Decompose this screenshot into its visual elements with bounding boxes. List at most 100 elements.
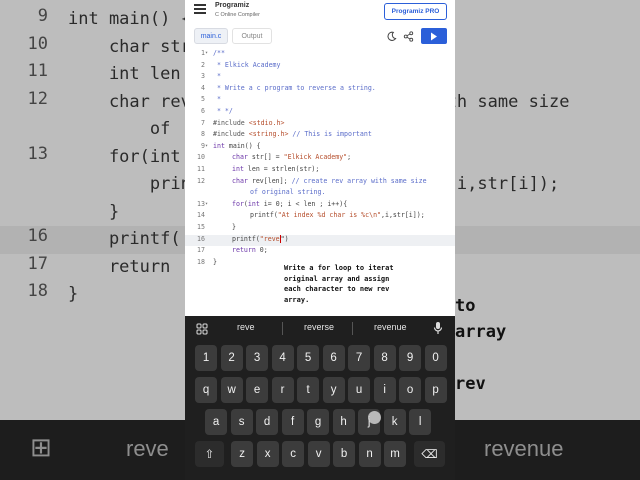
line-number: 1	[201, 49, 205, 57]
code-line[interactable]: 8 #include <string.h> // This is importan…	[185, 130, 455, 142]
code-line[interactable]: 3 *	[185, 72, 455, 84]
background-line-number: 17	[27, 253, 48, 274]
key-i[interactable]: i	[373, 377, 396, 403]
background-line-number: 9	[37, 6, 48, 26]
moon-icon[interactable]	[386, 31, 397, 42]
key-1[interactable]: 1	[195, 345, 218, 371]
fold-arrow-icon[interactable]: ▾	[205, 201, 208, 207]
code-text: * Elkick Academy	[213, 61, 281, 69]
microphone-icon[interactable]	[433, 321, 443, 335]
key-b[interactable]: b	[333, 441, 356, 467]
code-line[interactable]: 2 * Elkick Academy	[185, 61, 455, 73]
code-line[interactable]: 10 char str[] = "Elkick Academy";	[185, 153, 455, 165]
key-t[interactable]: t	[297, 377, 320, 403]
key-6[interactable]: 6	[322, 345, 345, 371]
background-suggestion-left: reve	[126, 436, 169, 461]
code-line[interactable]: 5 *	[185, 95, 455, 107]
key-m[interactable]: m	[384, 441, 407, 467]
key-k[interactable]: k	[383, 409, 406, 435]
suggestion-reve[interactable]: reve	[237, 322, 255, 332]
logo[interactable]: Programiz	[215, 2, 249, 9]
code-line[interactable]: 4 * Write a c program to reverse a strin…	[185, 84, 455, 96]
key-s[interactable]: s	[230, 409, 253, 435]
suggestion-revenue[interactable]: revenue	[374, 322, 407, 332]
key-q[interactable]: q	[195, 377, 218, 403]
share-icon[interactable]	[403, 31, 414, 42]
key-f[interactable]: f	[281, 409, 304, 435]
code-token: for	[232, 199, 244, 208]
code-token: // create rev array with same size	[291, 176, 427, 185]
key-h[interactable]: h	[332, 409, 355, 435]
key-3[interactable]: 3	[246, 345, 269, 371]
code-line[interactable]: 1 ▾ /**	[185, 49, 455, 61]
key-p[interactable]: p	[424, 377, 447, 403]
key-8[interactable]: 8	[373, 345, 396, 371]
key-e[interactable]: e	[246, 377, 269, 403]
key-w[interactable]: w	[220, 377, 243, 403]
hamburger-menu-icon[interactable]	[194, 4, 206, 14]
grid-icon[interactable]	[196, 323, 208, 335]
code-line[interactable]: of original string.	[185, 188, 455, 200]
key-g[interactable]: g	[307, 409, 330, 435]
code-text: return 0;	[232, 246, 268, 254]
key-7[interactable]: 7	[348, 345, 371, 371]
key-x[interactable]: x	[256, 441, 279, 467]
code-line[interactable]: 11 int len = strlen(str);	[185, 165, 455, 177]
key-r[interactable]: r	[271, 377, 294, 403]
key-o[interactable]: o	[399, 377, 422, 403]
key-n[interactable]: n	[358, 441, 381, 467]
key-0[interactable]: 0	[424, 345, 447, 371]
code-line[interactable]: 7 #include <stdio.h>	[185, 119, 455, 131]
key-d[interactable]: d	[256, 409, 279, 435]
key-u[interactable]: u	[348, 377, 371, 403]
key-v[interactable]: v	[307, 441, 330, 467]
key-2[interactable]: 2	[220, 345, 243, 371]
code-line[interactable]: 13 ▾ for(int i= 0; i < len ; i++){	[185, 200, 455, 212]
key-y[interactable]: y	[322, 377, 345, 403]
code-line[interactable]: 15}	[185, 223, 455, 235]
key-9[interactable]: 9	[399, 345, 422, 371]
line-number: 3	[201, 72, 205, 81]
key-a[interactable]: a	[205, 409, 228, 435]
code-token: char	[232, 153, 248, 162]
fold-arrow-icon[interactable]: ▾	[205, 50, 208, 56]
code-line[interactable]: 12 char rev[len]; // create rev array wit…	[185, 177, 455, 189]
tab-main-c[interactable]: main.c	[194, 28, 228, 44]
line-number: 8	[201, 130, 205, 139]
background-grid-icon: ⊞	[30, 432, 52, 462]
code-line[interactable]: 16 printf("reve")	[185, 234, 455, 247]
key-z[interactable]: z	[231, 441, 254, 467]
background-line-number: 10	[27, 33, 48, 54]
keyboard-number-row: 1234567890	[185, 345, 455, 371]
code-token: "reve	[259, 234, 280, 243]
run-button[interactable]	[421, 28, 447, 44]
key-l[interactable]: l	[409, 409, 432, 435]
code-line[interactable]: 9 ▾ int main() {	[185, 142, 455, 154]
code-token: ,i,str[i]);	[381, 211, 425, 220]
backspace-key[interactable]: ⌫	[414, 441, 445, 467]
keyboard-row-1: qwertyuiop	[185, 377, 455, 403]
code-token: printf(	[250, 211, 278, 220]
code-token: int	[247, 199, 260, 208]
suggestion-reverse[interactable]: reverse	[304, 322, 334, 332]
code-text: char str[] = "Elkick Academy";	[232, 153, 351, 161]
code-line[interactable]: 14 printf("At index %d char is %c\n",i,st…	[185, 211, 455, 223]
code-token: * */	[213, 107, 233, 115]
fold-arrow-icon[interactable]: ▾	[205, 143, 208, 149]
tab-output[interactable]: Output	[232, 28, 272, 44]
background-line-text: return	[68, 256, 171, 277]
code-text: }	[232, 223, 236, 231]
key-4[interactable]: 4	[271, 345, 294, 371]
code-token: #include	[213, 118, 249, 127]
code-text: #include <stdio.h>	[213, 119, 284, 127]
top-bar: Programiz C Online Compiler Programiz PR…	[185, 0, 455, 24]
line-number: 14	[197, 211, 205, 220]
code-line[interactable]: 6 * */	[185, 107, 455, 119]
key-c[interactable]: c	[282, 441, 305, 467]
programiz-pro-button[interactable]: Programiz PRO	[384, 3, 447, 20]
code-line[interactable]: 17 return 0;	[185, 246, 455, 258]
background-line-text: printf(	[68, 229, 181, 249]
line-number: 2	[201, 60, 205, 69]
key-5[interactable]: 5	[297, 345, 320, 371]
shift-key[interactable]: ⇧	[195, 441, 224, 467]
